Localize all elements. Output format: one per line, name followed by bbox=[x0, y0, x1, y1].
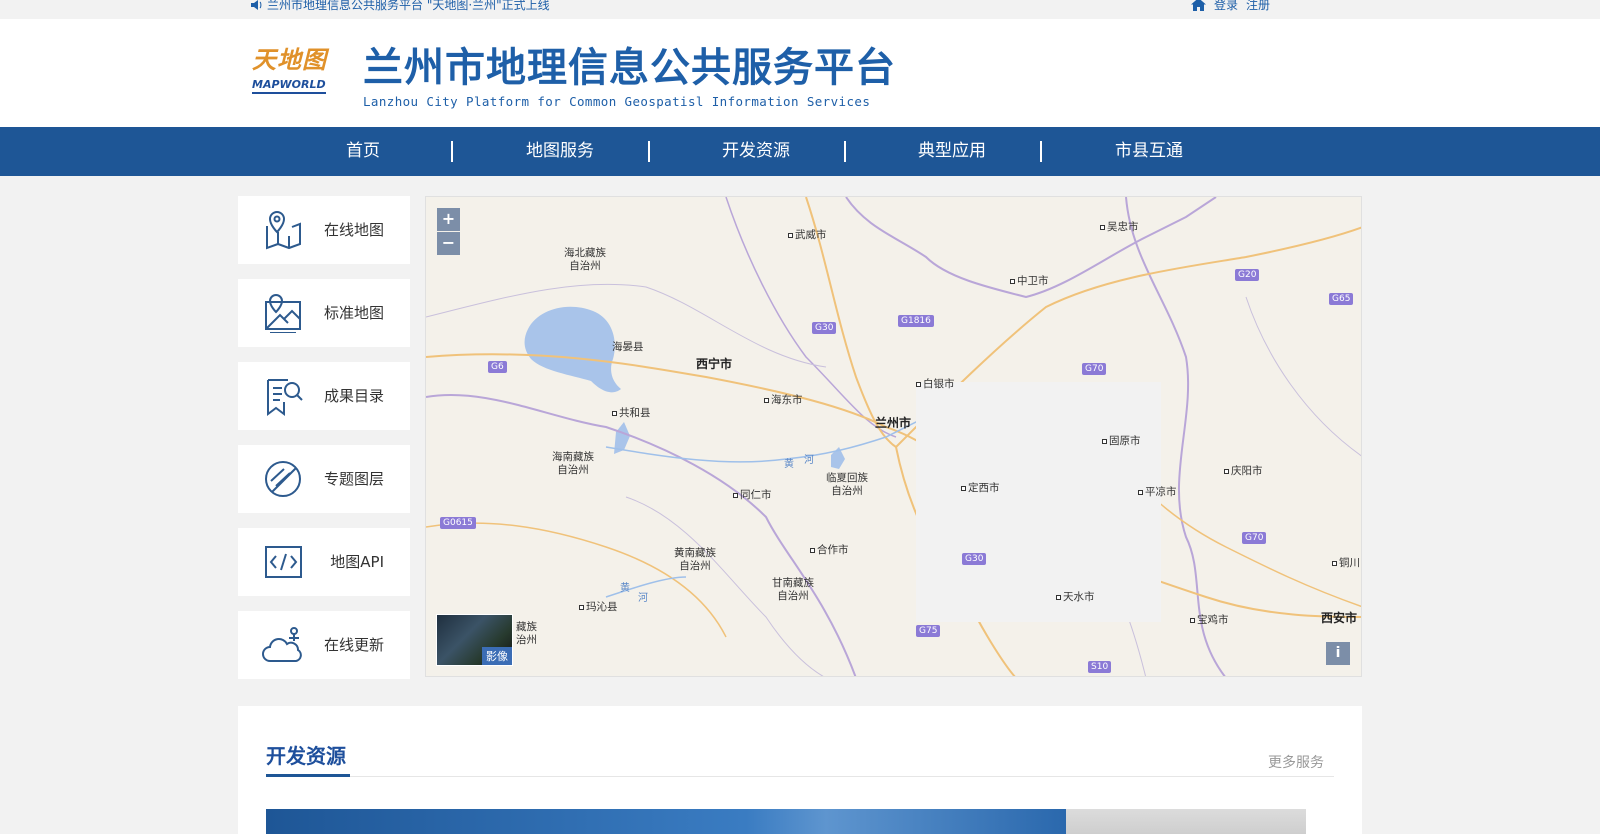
title-underline bbox=[266, 774, 350, 777]
highway-badge: G65 bbox=[1329, 293, 1354, 305]
city-label: 玛沁县 bbox=[579, 599, 618, 614]
city-label: 中卫市 bbox=[1010, 273, 1049, 288]
resource-banner[interactable] bbox=[1066, 809, 1306, 834]
online-map[interactable]: + − 武威市 吴忠市 海北藏族 自治州 中卫市 海晏县 西宁市 白银市 海东市… bbox=[425, 196, 1362, 677]
nav-item-applications[interactable]: 典型应用 bbox=[854, 127, 1050, 176]
top-links: 登录 注册 bbox=[1190, 0, 1270, 13]
city-label: 同仁市 bbox=[733, 487, 772, 502]
nav-item-home[interactable]: 首页 bbox=[265, 127, 461, 176]
city-label: 庆阳市 bbox=[1224, 463, 1263, 478]
city-label: 西安市 bbox=[1321, 611, 1358, 625]
river-label: 黄 bbox=[620, 583, 630, 594]
city-label: 共和县 bbox=[612, 405, 651, 420]
notice[interactable]: 兰州市地理信息公共服务平台 "天地图·兰州"正式上线 bbox=[250, 0, 550, 13]
side-item-online-update[interactable]: 在线更新 bbox=[238, 611, 410, 679]
site-title: 兰州市地理信息公共服务平台 bbox=[363, 45, 896, 91]
city-label: 合作市 bbox=[810, 542, 849, 557]
map-pin-icon bbox=[266, 210, 301, 250]
catalog-search-icon bbox=[267, 379, 303, 416]
nav-separator bbox=[1040, 141, 1042, 162]
logo-cn: 天地图 bbox=[252, 45, 327, 74]
top-notice-bar: 兰州市地理信息公共服务平台 "天地图·兰州"正式上线 登录 注册 bbox=[0, 0, 1600, 19]
city-label: 临夏回族 自治州 bbox=[826, 472, 868, 497]
speaker-icon bbox=[251, 0, 262, 10]
city-label: 兰州市 bbox=[875, 416, 912, 430]
city-label: 西宁市 bbox=[696, 357, 733, 371]
highway-badge: G70 bbox=[1242, 532, 1267, 544]
cloud-update-icon bbox=[262, 627, 302, 662]
site-subtitle: Lanzhou City Platform for Common Geospat… bbox=[363, 94, 871, 109]
divider bbox=[266, 776, 1334, 777]
side-item-thematic-layers[interactable]: 专题图层 bbox=[238, 445, 410, 513]
city-label: 藏族 治州 bbox=[516, 621, 537, 646]
map-frame-icon bbox=[265, 293, 301, 333]
nav-item-dev-resources[interactable]: 开发资源 bbox=[658, 127, 854, 176]
tianditu-logo[interactable]: 天地图 MAPWORLD bbox=[252, 47, 336, 97]
side-item-label: 专题图层 bbox=[323, 470, 384, 488]
nav-separator bbox=[844, 141, 846, 162]
city-label: 平凉市 bbox=[1138, 484, 1177, 499]
section-title: 开发资源 bbox=[266, 744, 346, 768]
river-label: 河 bbox=[638, 593, 648, 604]
register-link[interactable]: 注册 bbox=[1246, 0, 1270, 13]
dev-resources-section: 开发资源 更多服务 bbox=[238, 706, 1362, 834]
city-label: 定西市 bbox=[961, 480, 1000, 495]
river-label: 黄 bbox=[784, 459, 794, 470]
layer-circle-icon bbox=[265, 461, 301, 497]
highway-badge: G30 bbox=[962, 553, 987, 565]
river-label: 河 bbox=[804, 455, 814, 466]
city-label: 固原市 bbox=[1102, 433, 1141, 448]
side-item-label: 在线地图 bbox=[323, 221, 384, 239]
highway-badge: G6 bbox=[488, 361, 507, 373]
zoom-out-button[interactable]: − bbox=[437, 232, 460, 255]
resource-banner[interactable] bbox=[266, 809, 1066, 834]
header: 天地图 MAPWORLD 兰州市地理信息公共服务平台 Lanzhou City … bbox=[0, 19, 1600, 127]
satellite-toggle[interactable]: 影像 bbox=[436, 614, 513, 666]
city-label: 宝鸡市 bbox=[1190, 612, 1229, 627]
highway-badge: G1816 bbox=[898, 315, 934, 327]
more-services-link[interactable]: 更多服务 bbox=[1268, 752, 1324, 772]
side-item-standard-map[interactable]: 标准地图 bbox=[238, 279, 410, 347]
map-info-button[interactable]: i bbox=[1326, 642, 1350, 665]
login-link[interactable]: 登录 bbox=[1214, 0, 1238, 13]
highway-badge: S10 bbox=[1088, 661, 1112, 673]
side-item-map-api[interactable]: 地图API bbox=[238, 528, 410, 596]
city-label: 天水市 bbox=[1056, 589, 1095, 604]
home-icon[interactable] bbox=[1190, 0, 1206, 11]
city-label: 海南藏族 自治州 bbox=[552, 451, 594, 476]
logo-en: MAPWORLD bbox=[252, 78, 326, 94]
nav-item-map-services[interactable]: 地图服务 bbox=[462, 127, 658, 176]
nav-separator bbox=[648, 141, 650, 162]
nav-separator bbox=[451, 141, 453, 162]
highway-badge: G20 bbox=[1235, 269, 1260, 281]
side-item-label: 标准地图 bbox=[323, 304, 384, 322]
zoom-in-button[interactable]: + bbox=[437, 208, 460, 231]
notice-text[interactable]: 兰州市地理信息公共服务平台 "天地图·兰州"正式上线 bbox=[267, 0, 550, 13]
side-item-online-map[interactable]: 在线地图 bbox=[238, 196, 410, 264]
city-label: 白银市 bbox=[916, 376, 955, 391]
side-item-label: 在线更新 bbox=[323, 636, 384, 654]
highway-badge: G70 bbox=[1082, 363, 1107, 375]
city-label: 黄南藏族 自治州 bbox=[674, 547, 716, 572]
city-label: 铜川 bbox=[1332, 555, 1360, 570]
satellite-toggle-label: 影像 bbox=[482, 647, 512, 665]
city-label: 甘南藏族 自治州 bbox=[772, 577, 814, 602]
city-label: 海东市 bbox=[764, 392, 803, 407]
highway-badge: G75 bbox=[916, 625, 941, 637]
city-label: 吴忠市 bbox=[1100, 219, 1139, 234]
highway-badge: G0615 bbox=[440, 517, 476, 529]
city-label: 武威市 bbox=[788, 227, 827, 242]
main-nav: 首页 地图服务 开发资源 典型应用 市县互通 bbox=[0, 127, 1600, 176]
side-item-label: 成果目录 bbox=[323, 387, 384, 405]
highway-badge: G30 bbox=[812, 322, 837, 334]
side-item-label: 地图API bbox=[330, 553, 384, 571]
city-label: 海北藏族 自治州 bbox=[564, 247, 606, 272]
nav-item-county-link[interactable]: 市县互通 bbox=[1051, 127, 1247, 176]
side-item-catalog[interactable]: 成果目录 bbox=[238, 362, 410, 430]
city-label: 海晏县 bbox=[612, 341, 644, 353]
code-icon bbox=[265, 546, 302, 578]
